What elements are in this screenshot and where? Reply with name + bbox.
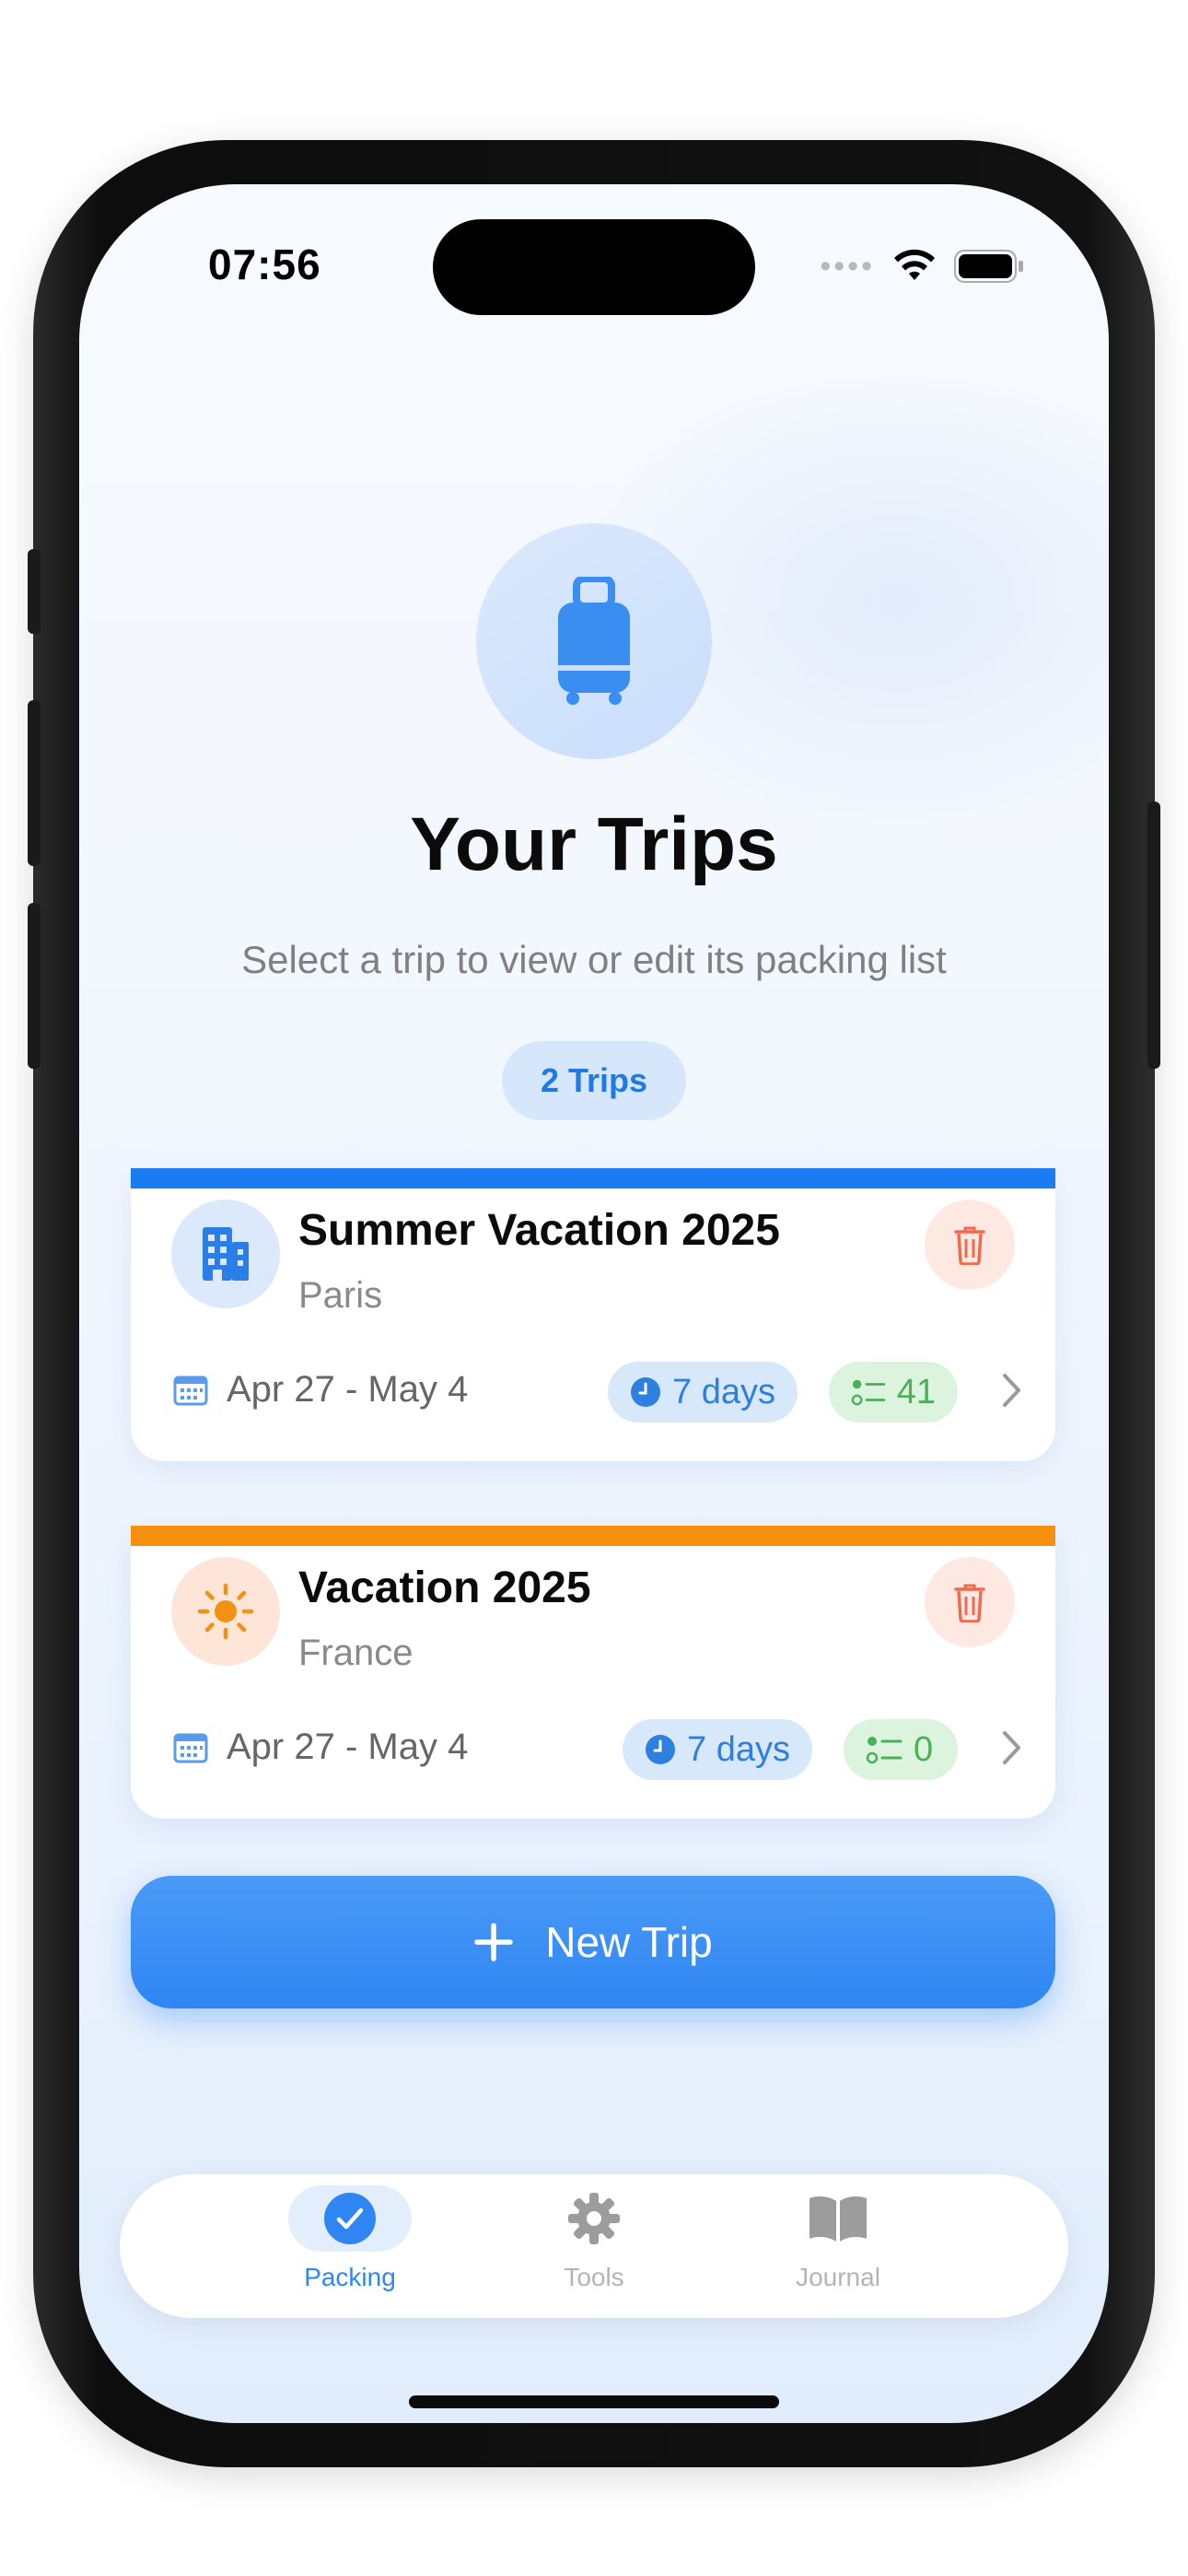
- trip-dates-row: Apr 27 - May 4: [173, 1727, 468, 1768]
- trip-dates-row: Apr 27 - May 4: [173, 1369, 468, 1411]
- chevron-right-icon: [1003, 1731, 1020, 1764]
- checkmark-circle-icon: [324, 2193, 376, 2244]
- trip-item-count: 41: [896, 1372, 936, 1411]
- cellular-signal-icon: ••••: [820, 249, 875, 284]
- wifi-icon: [894, 249, 935, 280]
- trip-location: Paris: [298, 1275, 383, 1316]
- tab-bar: Packing Tools Journal: [120, 2174, 1068, 2318]
- tab-packing[interactable]: Packing: [258, 2185, 442, 2305]
- tab-label: Journal: [796, 2263, 880, 2291]
- tab-icon-container: [776, 2185, 900, 2252]
- trip-duration: 7 days: [672, 1372, 775, 1411]
- clock-icon: [631, 1377, 660, 1407]
- duration-badge: 7 days: [623, 1719, 812, 1780]
- status-icons: ••••: [820, 249, 1024, 284]
- trip-dates: Apr 27 - May 4: [227, 1727, 469, 1767]
- tab-icon-container: [532, 2185, 656, 2252]
- tab-label: Packing: [304, 2263, 396, 2291]
- delete-trip-button[interactable]: [925, 1557, 1015, 1647]
- item-count-badge: 0: [844, 1719, 958, 1780]
- trip-name: Vacation 2025: [298, 1563, 591, 1612]
- trip-location: France: [298, 1633, 413, 1673]
- tab-tools[interactable]: Tools: [502, 2185, 686, 2305]
- trip-type-badge: [171, 1557, 280, 1666]
- new-trip-label: New Trip: [545, 1918, 713, 1966]
- status-time: 07:56: [208, 240, 321, 288]
- trip-accent-bar: [131, 1526, 1055, 1546]
- clock-icon: [646, 1735, 675, 1764]
- chevron-right-icon: [1003, 1374, 1020, 1407]
- delete-trip-button[interactable]: [925, 1200, 1015, 1290]
- page-title: Your Trips: [410, 802, 778, 886]
- page-subtitle: Select a trip to view or edit its packin…: [241, 938, 947, 981]
- trip-card[interactable]: Summer Vacation 2025 Paris Apr 27 - May …: [131, 1168, 1055, 1461]
- sun-icon: [197, 1583, 254, 1640]
- trip-name: Summer Vacation 2025: [298, 1206, 780, 1255]
- volume-down-button: [28, 903, 41, 1069]
- trip-dates: Apr 27 - May 4: [227, 1369, 469, 1410]
- book-icon: [809, 2196, 867, 2242]
- trip-duration: 7 days: [687, 1729, 790, 1769]
- trash-icon: [954, 1226, 985, 1265]
- calendar-icon: [173, 1376, 208, 1405]
- duration-badge: 7 days: [608, 1362, 798, 1423]
- checklist-icon: [866, 1737, 903, 1764]
- tab-journal[interactable]: Journal: [746, 2185, 930, 2305]
- app-screen: 07:56 •••• Your Trips Select a trip to v…: [79, 184, 1109, 2423]
- trash-icon: [954, 1584, 985, 1622]
- trip-item-count: 0: [914, 1729, 934, 1769]
- tab-label: Tools: [564, 2263, 624, 2291]
- suitcase-icon: [558, 577, 630, 705]
- building-icon: [203, 1227, 249, 1281]
- home-indicator: [409, 2395, 779, 2408]
- checklist-icon: [851, 1379, 886, 1406]
- trip-accent-bar: [131, 1168, 1055, 1188]
- item-count-badge: 41: [829, 1362, 958, 1423]
- plus-icon: [474, 1923, 513, 1961]
- gear-icon: [568, 2193, 620, 2244]
- hero-suitcase-badge: [476, 523, 712, 759]
- trip-type-badge: [171, 1200, 280, 1308]
- power-button: [1147, 802, 1160, 1069]
- calendar-icon: [173, 1733, 208, 1762]
- trip-card[interactable]: Vacation 2025 France Apr 27 - May 4 7 da…: [131, 1526, 1055, 1819]
- tab-active-indicator: [288, 2185, 412, 2252]
- action-button: [28, 549, 41, 634]
- dynamic-island: [433, 219, 755, 315]
- new-trip-button[interactable]: New Trip: [131, 1876, 1055, 2008]
- trip-count-badge: 2 Trips: [502, 1041, 686, 1120]
- volume-up-button: [28, 700, 41, 866]
- battery-icon: [954, 250, 1023, 283]
